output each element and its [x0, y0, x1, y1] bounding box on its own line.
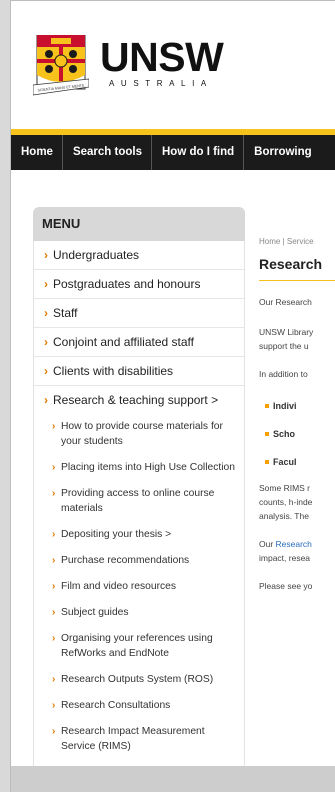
chevron-right-icon: ›	[44, 248, 48, 262]
brand-wordmark[interactable]: UNSW	[100, 34, 224, 81]
submenu-item[interactable]: › Purchase recommendations	[52, 548, 238, 574]
paragraph-text: Our	[259, 539, 276, 549]
footer-strip	[11, 766, 335, 792]
submenu-item[interactable]: › Subject guides	[52, 600, 238, 626]
nav-search-tools[interactable]: Search tools	[63, 135, 152, 170]
menu-item-label: Research & teaching support >	[53, 393, 219, 407]
paragraph-library-line2: support the u	[259, 341, 309, 351]
nav-how-do-i-find[interactable]: How do I find	[152, 135, 245, 170]
submenu-item[interactable]: › Placing items into High Use Collection	[52, 455, 238, 481]
submenu-item[interactable]: › How to provide course materials for you…	[52, 414, 238, 455]
paragraph-please-see: Please see yo	[259, 581, 313, 591]
menu-list: › Undergraduates › Postgraduates and honou…	[33, 241, 245, 767]
bullet-icon	[265, 404, 269, 408]
paragraph-library-line1: UNSW Library	[259, 327, 314, 337]
submenu-item[interactable]: › Depositing your thesis >	[52, 522, 238, 548]
chevron-right-icon: ›	[52, 555, 56, 566]
chevron-right-icon: ›	[52, 700, 56, 711]
bullet-icon	[265, 460, 269, 464]
paragraph-rims-line1: Some RIMS r	[259, 483, 311, 493]
chevron-right-icon: ›	[52, 581, 56, 592]
brand-subtitle: AUSTRALIA	[109, 79, 213, 88]
chevron-right-icon: ›	[52, 529, 56, 540]
menu-item-label: Staff	[53, 306, 78, 320]
chevron-right-icon: ›	[52, 488, 56, 499]
research-link[interactable]: Research	[276, 539, 312, 549]
menu-item-research-teaching[interactable]: › Research & teaching support >	[34, 386, 244, 414]
paragraph-research-line1: Our Research	[259, 537, 335, 551]
nav-home[interactable]: Home	[11, 135, 63, 170]
submenu-label: Purchase recommendations	[61, 555, 190, 566]
bullet-item: Scho	[259, 429, 335, 439]
paragraph-intro: Our Research	[259, 297, 312, 307]
submenu-item[interactable]: › Film and video resources	[52, 574, 238, 600]
submenu-label: Research Consultations	[61, 700, 171, 711]
submenu-list: › How to provide course materials for you…	[34, 414, 244, 766]
submenu-item[interactable]: › Research Outputs System (ROS)	[52, 667, 238, 693]
chevron-right-icon: ›	[44, 306, 48, 320]
chevron-right-icon: ›	[52, 726, 56, 737]
chevron-right-icon: ›	[44, 393, 48, 407]
sidebar-menu: MENU › Undergraduates › Postgraduates and …	[33, 207, 245, 777]
chevron-right-icon: ›	[52, 674, 56, 685]
menu-item-conjoint[interactable]: › Conjoint and affiliated staff	[34, 328, 244, 357]
submenu-item[interactable]: › Providing access to online course mater…	[52, 481, 238, 522]
chevron-right-icon: ›	[52, 421, 56, 432]
menu-item-staff[interactable]: › Staff	[34, 299, 244, 328]
unsw-crest-logo[interactable]: SCIENTIA MANU ET MENTE	[33, 35, 89, 99]
submenu-label: Placing items into High Use Collection	[61, 462, 235, 473]
menu-item-label: Postgraduates and honours	[53, 277, 201, 291]
submenu-item[interactable]: › Organising your references using RefWor…	[52, 626, 238, 667]
paragraph-rims-line3: analysis. The	[259, 511, 309, 521]
menu-item-label: Clients with disabilities	[53, 364, 174, 378]
chevron-right-icon: ›	[44, 364, 48, 378]
menu-heading: MENU	[33, 207, 245, 241]
bullet-label: Indivi	[273, 401, 297, 411]
submenu-label: How to provide course materials for your…	[61, 421, 223, 447]
paragraph-addition: In addition to	[259, 369, 308, 379]
menu-item-undergraduates[interactable]: › Undergraduates	[34, 241, 244, 270]
chevron-right-icon: ›	[52, 607, 56, 618]
submenu-label: Research Outputs System (ROS)	[61, 674, 214, 685]
submenu-item[interactable]: › Research Impact Measurement Service (RI…	[52, 719, 238, 760]
bullet-item: Indivi	[259, 401, 335, 411]
submenu-label: Organising your references using RefWork…	[61, 633, 213, 659]
chevron-right-icon: ›	[44, 277, 48, 291]
submenu-label: Research Impact Measurement Service (RIM…	[61, 726, 205, 752]
main-content: Home | Service Research Our Research UNS…	[259, 207, 335, 777]
submenu-label: Providing access to online course materi…	[61, 488, 215, 514]
bullet-item: Facul	[259, 457, 335, 467]
bullet-label: Scho	[273, 429, 296, 439]
page-frame: SCIENTIA MANU ET MENTE UNSW AUSTRALIA Ho…	[10, 0, 335, 792]
paragraph-rims-line2: counts, h-inde	[259, 497, 313, 507]
submenu-label: Depositing your thesis >	[61, 529, 172, 540]
nav-borrowing[interactable]: Borrowing	[244, 135, 321, 170]
chevron-right-icon: ›	[52, 633, 56, 644]
menu-item-label: Conjoint and affiliated staff	[53, 335, 194, 349]
main-nav: Home Search tools How do I find Borrowin…	[11, 135, 335, 170]
page-title: Research	[259, 256, 323, 272]
submenu-item[interactable]: › Research Consultations	[52, 693, 238, 719]
chevron-right-icon: ›	[44, 335, 48, 349]
site-header: SCIENTIA MANU ET MENTE UNSW AUSTRALIA	[11, 1, 335, 129]
bullet-icon	[265, 432, 269, 436]
menu-item-disabilities[interactable]: › Clients with disabilities	[34, 357, 244, 386]
title-divider	[259, 280, 335, 281]
chevron-right-icon: ›	[52, 462, 56, 473]
paragraph-research-line2: impact, resea	[259, 553, 311, 563]
menu-item-postgraduates[interactable]: › Postgraduates and honours	[34, 270, 244, 299]
menu-item-label: Undergraduates	[53, 248, 140, 262]
bullet-label: Facul	[273, 457, 297, 467]
breadcrumb[interactable]: Home | Service	[259, 237, 335, 246]
submenu-label: Subject guides	[61, 607, 129, 618]
submenu-label: Film and video resources	[61, 581, 177, 592]
